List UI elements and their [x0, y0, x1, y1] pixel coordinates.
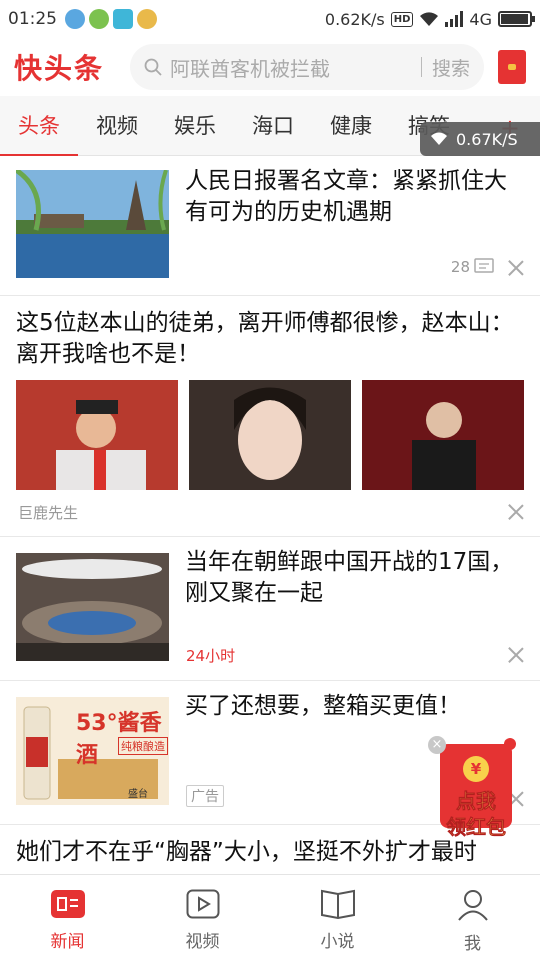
tab-health[interactable]: 健康: [312, 96, 390, 156]
battery-icon: [498, 11, 535, 27]
nav-news[interactable]: 新闻: [0, 875, 135, 960]
hd-badge: HD: [390, 11, 414, 27]
tab-headlines[interactable]: 头条: [0, 96, 78, 156]
news-thumbnail[interactable]: [16, 170, 169, 278]
comment-count: 28: [451, 258, 494, 276]
bottom-nav: 新闻 视频 小说 我: [0, 874, 540, 960]
tab-video[interactable]: 视频: [78, 96, 156, 156]
nav-news-label: 新闻: [50, 932, 85, 952]
news-thumbnail[interactable]: [362, 380, 524, 490]
ad-label: 广告: [186, 785, 224, 807]
comment-icon: [474, 258, 494, 273]
speed-toast: 0.67K/S: [420, 122, 540, 156]
coin-icon: ¥: [463, 756, 489, 782]
comment-number: 28: [450, 258, 470, 276]
red-packet-label-line2: 领红包: [446, 815, 507, 840]
profile-icon: [457, 890, 488, 921]
nav-me[interactable]: 我: [405, 875, 540, 960]
network-type: 4G: [469, 9, 492, 29]
status-bar: 01:25 0.62K/s HD 4G: [0, 0, 540, 38]
app-logo: 快头条: [14, 52, 105, 85]
news-thumbnail[interactable]: [16, 553, 169, 661]
ad-image-brand: 盛台: [128, 789, 148, 800]
red-packet-label[interactable]: 点我 领红包: [428, 788, 524, 840]
dismiss-icon[interactable]: [508, 504, 524, 520]
nav-novel[interactable]: 小说: [270, 875, 405, 960]
news-item[interactable]: 人民日报署名文章：紧紧抓住大有可为的历史机遇期 28: [0, 156, 540, 296]
wifi-icon: [420, 12, 439, 26]
news-icon: [50, 890, 85, 918]
search-input[interactable]: 阿联酋客机被拦截: [170, 53, 411, 82]
notification-dot: [504, 738, 516, 750]
red-packet-label-line1: 点我: [456, 789, 497, 814]
nav-video[interactable]: 视频: [135, 875, 270, 960]
floating-red-packet[interactable]: ¥ 点我 领红包 ×: [428, 736, 524, 846]
qq-notification-icon: [65, 9, 85, 29]
nav-novel-label: 小说: [320, 932, 355, 952]
nav-video-label: 视频: [185, 932, 220, 952]
close-icon[interactable]: ×: [428, 736, 446, 754]
ad-image-sub: 纯粮酿造: [118, 737, 168, 755]
red-packet-icon[interactable]: [498, 50, 526, 84]
news-title[interactable]: 人民日报署名文章：紧紧抓住大有可为的历史机遇期: [185, 166, 524, 228]
status-time: 01:25: [8, 9, 57, 29]
tab-haikou[interactable]: 海口: [234, 96, 312, 156]
news-time: 24小时: [186, 645, 235, 666]
network-speed: 0.62K/s: [324, 9, 385, 29]
search-bar[interactable]: 阿联酋客机被拦截 搜索: [130, 44, 484, 90]
nav-me-label: 我: [464, 934, 481, 954]
speed-toast-text: 0.67K/S: [456, 129, 518, 149]
search-divider: [420, 57, 422, 77]
dismiss-icon[interactable]: [508, 260, 524, 276]
news-title[interactable]: 这5位赵本山的徒弟，离开师傅都很惨，赵本山：离开我啥也不是！: [16, 308, 524, 370]
video-icon: [186, 889, 219, 919]
news-thumbnail[interactable]: [189, 380, 351, 490]
news-item[interactable]: 这5位赵本山的徒弟，离开师傅都很惨，赵本山：离开我啥也不是！ 巨鹿先生: [0, 296, 540, 537]
news-item[interactable]: 当年在朝鲜跟中国开战的17国，刚又聚在一起 24小时: [0, 537, 540, 681]
ad-thumbnail[interactable]: 53°酱香酒 纯粮酿造 盛台: [16, 697, 169, 805]
wifi-icon: [431, 132, 447, 145]
ad-title[interactable]: 买了还想要，整箱买更值！: [185, 691, 524, 722]
news-title[interactable]: 当年在朝鲜跟中国开战的17国，刚又聚在一起: [185, 547, 524, 609]
search-icon: [144, 58, 162, 76]
signal-icon: [445, 11, 464, 27]
book-icon: [320, 889, 355, 919]
app-header: 快头条 阿联酋客机被拦截 搜索: [0, 38, 540, 96]
news-thumbnail[interactable]: [16, 380, 178, 490]
news-source: 巨鹿先生: [18, 504, 79, 522]
search-button[interactable]: 搜索: [432, 54, 470, 81]
ad-meta: 广告: [186, 785, 224, 807]
coin-notification-icon: [137, 9, 157, 29]
dismiss-icon[interactable]: [508, 647, 524, 663]
time-label: 24小时: [186, 647, 236, 665]
app-notification-icon: [89, 9, 109, 29]
scan-notification-icon: [113, 9, 133, 29]
tab-entertainment[interactable]: 娱乐: [156, 96, 234, 156]
